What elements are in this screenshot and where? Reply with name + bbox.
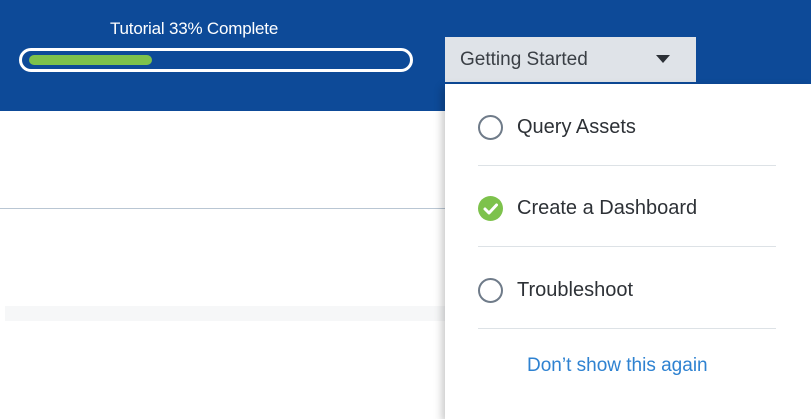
dont-show-again-link[interactable]: Don’t show this again <box>527 355 708 377</box>
menu-divider <box>478 165 776 166</box>
menu-item-label: Troubleshoot <box>517 279 633 301</box>
menu-divider <box>478 246 776 247</box>
tutorial-progress-label: Tutorial 33% Complete <box>110 19 279 38</box>
tutorial-progress-fill <box>29 55 152 65</box>
content-strip <box>5 306 445 321</box>
caret-down-icon <box>656 55 670 63</box>
tutorial-menu: Query Assets Create a Dashboard Troubles… <box>445 84 811 419</box>
radio-empty-icon <box>478 278 503 303</box>
menu-item-create-dashboard[interactable]: Create a Dashboard <box>478 168 778 249</box>
check-circle-icon <box>478 196 503 221</box>
tutorial-progress-bar <box>19 48 413 72</box>
menu-item-label: Create a Dashboard <box>517 197 698 219</box>
menu-item-troubleshoot[interactable]: Troubleshoot <box>478 250 778 331</box>
section-dropdown[interactable]: Getting Started <box>445 37 696 82</box>
menu-item-query-assets[interactable]: Query Assets <box>478 87 778 168</box>
content-divider <box>0 208 445 209</box>
menu-item-label: Query Assets <box>517 116 636 138</box>
radio-empty-icon <box>478 115 503 140</box>
section-dropdown-label: Getting Started <box>460 48 588 70</box>
menu-divider <box>478 328 776 329</box>
